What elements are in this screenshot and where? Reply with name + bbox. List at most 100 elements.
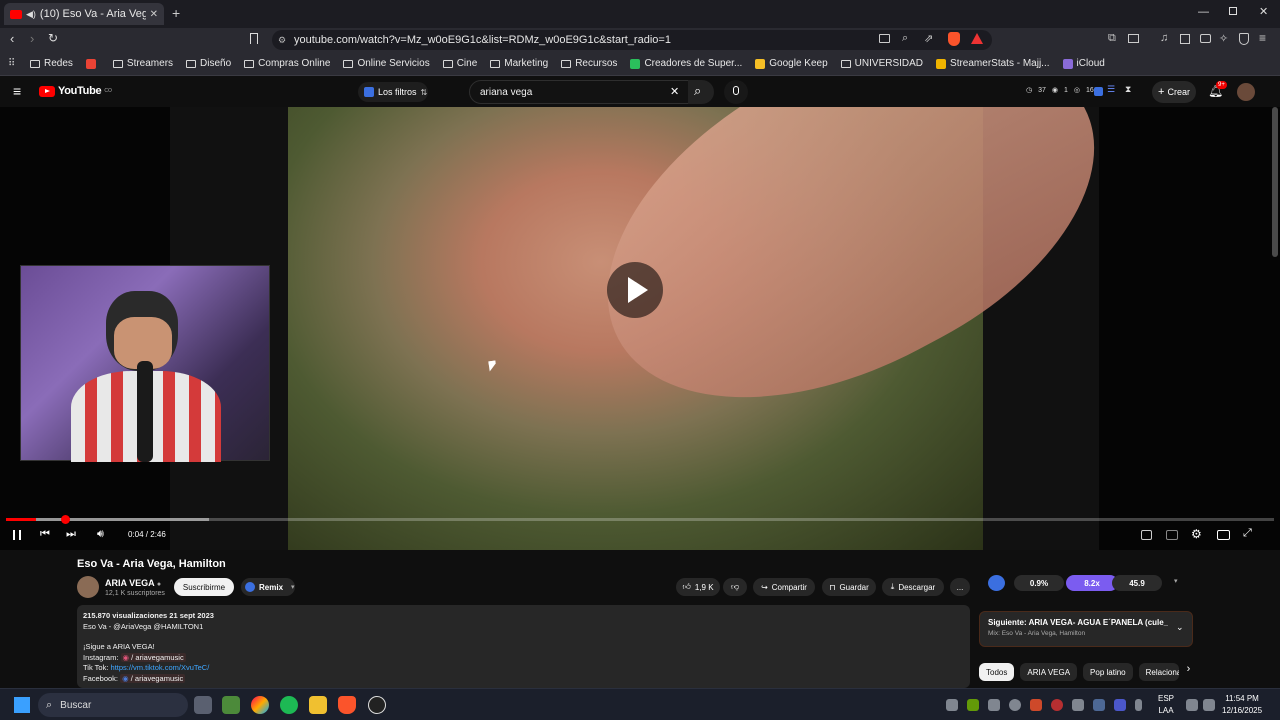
- channel-avatar[interactable]: [77, 576, 99, 598]
- fullscreen-icon[interactable]: ⤢: [1243, 527, 1252, 540]
- save-button[interactable]: ⊓ Guardar: [822, 578, 876, 596]
- bookmark-5[interactable]: Online Servicios: [343, 58, 430, 69]
- subtitles-icon[interactable]: [1166, 530, 1178, 540]
- page-scrollbar[interactable]: [1272, 107, 1278, 257]
- settings-gear-icon[interactable]: ⚙: [1191, 527, 1202, 541]
- share-button[interactable]: ↪ Compartir: [753, 578, 815, 596]
- browser-tab[interactable]: ◀) (10) Eso Va - Aria Vega, Hamilton ✕: [4, 3, 164, 25]
- task-view-icon[interactable]: [194, 696, 212, 714]
- tray-settings-icon[interactable]: [1072, 699, 1084, 711]
- previous-icon[interactable]: ⏮︎: [40, 528, 50, 541]
- tray-brave-icon[interactable]: [1030, 699, 1042, 711]
- media-icon[interactable]: ♫: [1160, 32, 1168, 44]
- more-actions-button[interactable]: ...: [950, 578, 970, 596]
- bookmark-10[interactable]: Google Keep: [755, 58, 828, 69]
- brave-rewards-icon[interactable]: [971, 33, 983, 44]
- forward-icon[interactable]: ›: [30, 31, 34, 46]
- bookmark-page-icon[interactable]: [250, 33, 258, 44]
- bookmark-3[interactable]: Diseño: [186, 58, 231, 69]
- filters-button[interactable]: Los filtros ⇅: [358, 82, 428, 102]
- video-player[interactable]: ⏮︎ ⏭︎ 🔊︎ 0:04 / 2:46 ⚙ ⤢: [0, 107, 1280, 550]
- back-icon[interactable]: ‹: [10, 31, 14, 46]
- progress-bar[interactable]: [6, 515, 1274, 524]
- file-explorer-icon[interactable]: [309, 696, 327, 714]
- brave-shield-icon[interactable]: [948, 32, 960, 46]
- video-frame[interactable]: [288, 107, 1148, 550]
- bookmark-6[interactable]: Cine: [442, 58, 477, 69]
- hourglass-icon[interactable]: ⧗: [1125, 84, 1131, 95]
- volume-icon[interactable]: 🔊︎: [97, 528, 104, 541]
- minimize-icon[interactable]: —: [1198, 6, 1209, 18]
- audio-playing-icon[interactable]: ◀): [26, 9, 36, 20]
- instagram-link[interactable]: ◉ / ariavegamusic: [120, 652, 186, 662]
- extensions-icon[interactable]: ⧉: [1108, 32, 1116, 45]
- tray-discord-icon[interactable]: [1114, 699, 1126, 711]
- list-icon[interactable]: ☰: [1107, 84, 1115, 95]
- stats-extension-icon[interactable]: [988, 575, 1005, 591]
- extension-player-icon[interactable]: [1141, 530, 1152, 540]
- taskbar-search[interactable]: ⌕ Buscar: [38, 693, 188, 717]
- tray-mic-icon[interactable]: [1135, 699, 1142, 711]
- search-input[interactable]: ariana vega ✕: [469, 80, 689, 104]
- close-tab-icon[interactable]: ✕: [150, 9, 158, 20]
- bookmark-7[interactable]: Marketing: [490, 58, 548, 69]
- hamburger-menu-icon[interactable]: ≡: [13, 83, 21, 99]
- youtube-logo[interactable]: YouTube CO: [39, 85, 112, 97]
- close-window-icon[interactable]: ✕: [1259, 5, 1268, 18]
- extension-blue-icon[interactable]: [1094, 87, 1103, 96]
- download-button[interactable]: ⤓ Descargar: [882, 578, 944, 596]
- chip-todos[interactable]: Todos: [979, 663, 1015, 681]
- header-extension-stats[interactable]: ◷ 37 ◉ 1 ◎ 16: [1026, 86, 1094, 95]
- tray-icon-g[interactable]: [988, 699, 1000, 711]
- network-icon[interactable]: [1186, 699, 1198, 711]
- minecraft-icon[interactable]: [222, 696, 240, 714]
- bookmark-8[interactable]: Recursos: [561, 58, 617, 69]
- new-tab-button[interactable]: +: [172, 5, 180, 21]
- next-icon[interactable]: ⏭︎: [66, 528, 76, 541]
- voice-search-button[interactable]: [724, 80, 748, 104]
- bookmark-2[interactable]: Streamers: [112, 58, 173, 69]
- chip-pop-latino[interactable]: Pop latino: [1083, 663, 1133, 681]
- remix-button[interactable]: Remix ▾: [241, 578, 295, 596]
- search-button[interactable]: ⌕: [688, 80, 714, 104]
- sidebar-icon[interactable]: [1180, 34, 1190, 44]
- play-pause-overlay-button[interactable]: [607, 262, 663, 318]
- windows-start-icon[interactable]: [14, 697, 30, 713]
- vpn-icon[interactable]: [1239, 33, 1249, 45]
- screenshot-icon[interactable]: [1128, 34, 1139, 43]
- chip-aria-vega[interactable]: ARIA VEGA: [1020, 663, 1078, 681]
- subscribe-button[interactable]: Suscribirme: [174, 578, 234, 596]
- bookmark-4[interactable]: Compras Online: [244, 58, 330, 69]
- chatgpt-icon[interactable]: [368, 696, 386, 714]
- chip-relacionados[interactable]: Relaciona: [1138, 663, 1179, 681]
- bookmark-11[interactable]: UNIVERSIDAD: [840, 58, 923, 69]
- tray-nvidia-icon[interactable]: [967, 699, 979, 711]
- leo-ai-icon[interactable]: ✧: [1219, 32, 1228, 45]
- menu-icon[interactable]: ≡: [1259, 31, 1266, 45]
- zoom-icon[interactable]: ⌕: [902, 32, 908, 45]
- theater-mode-icon[interactable]: [1217, 530, 1230, 540]
- dislike-button[interactable]: 👎︎: [723, 578, 747, 596]
- apps-grid-icon[interactable]: ⠿: [8, 58, 15, 69]
- system-clock[interactable]: 11:54 PM 12/16/2025: [1222, 693, 1262, 717]
- tray-steam-icon[interactable]: [1093, 699, 1105, 711]
- like-button[interactable]: 👍︎ 1,9 K: [676, 578, 720, 596]
- channel-name[interactable]: ARIA VEGA ●: [105, 578, 161, 588]
- account-avatar[interactable]: [1237, 83, 1255, 101]
- facebook-link[interactable]: ◉ / ariavegamusic: [120, 673, 186, 683]
- pause-icon[interactable]: [13, 530, 21, 540]
- photos-icon[interactable]: [251, 696, 269, 714]
- tray-icon-circle[interactable]: [1009, 699, 1021, 711]
- spotify-icon[interactable]: [280, 696, 298, 714]
- tray-icon-red[interactable]: [1051, 699, 1063, 711]
- cast-icon[interactable]: [879, 34, 890, 43]
- tray-icon-f[interactable]: [946, 699, 958, 711]
- scrubber-handle[interactable]: [61, 515, 71, 524]
- tiktok-link[interactable]: https://vm.tiktok.com/XvuTeC/: [111, 663, 210, 672]
- up-next-box[interactable]: Siguiente: ARIA VEGA- AGUA E´PANELA (cul…: [979, 611, 1193, 647]
- chips-next-icon[interactable]: ›: [1187, 663, 1191, 681]
- wallet-icon[interactable]: [1200, 34, 1211, 43]
- bookmark-9[interactable]: Creadores de Super...: [630, 58, 742, 69]
- bookmark-12[interactable]: StreamerStats - Majj...: [936, 58, 1050, 69]
- restore-icon[interactable]: [1229, 7, 1237, 15]
